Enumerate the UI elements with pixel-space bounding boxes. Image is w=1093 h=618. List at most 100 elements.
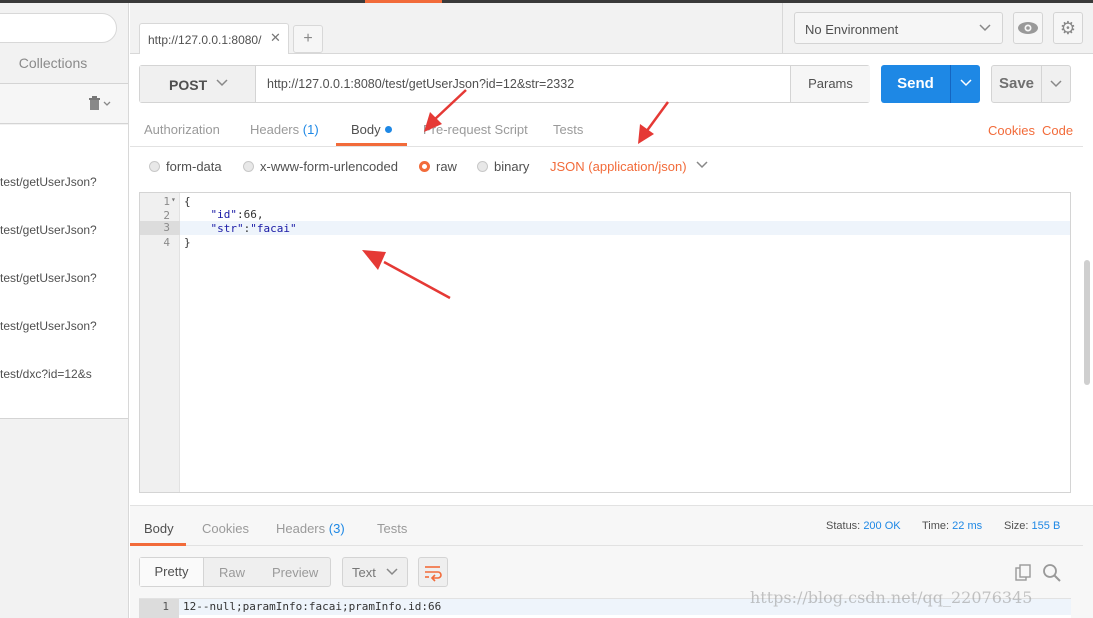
active-line-highlight — [180, 221, 1070, 235]
sidebar-collections-tab[interactable]: Collections — [0, 55, 106, 71]
body-modified-dot — [384, 126, 392, 133]
send-button[interactable]: Send — [881, 65, 950, 103]
tab-response-tests[interactable]: Tests — [377, 521, 407, 536]
send-dropdown-button[interactable] — [950, 65, 980, 103]
size-label: Size: — [1004, 520, 1029, 532]
environment-value: No Environment — [805, 22, 899, 37]
tab-response-headers[interactable]: Headers (3) — [276, 521, 345, 536]
radio-label: raw — [436, 159, 457, 174]
tab-request[interactable]: http://127.0.0.1:8080/ ✕ — [139, 23, 289, 54]
format-value: Text — [352, 565, 376, 580]
close-icon[interactable]: ✕ — [270, 30, 281, 46]
trash-icon[interactable] — [88, 95, 112, 115]
tab-authorization[interactable]: Authorization — [144, 122, 220, 137]
view-mode-group: Pretty Raw Preview — [139, 557, 331, 587]
tab-body-label: Body — [351, 122, 381, 137]
status-meta: Status: 200 OK — [826, 520, 901, 532]
method-value: POST — [169, 77, 208, 93]
line-number: 4 — [163, 236, 170, 249]
history-list: test/getUserJson? test/getUserJson? test… — [0, 125, 128, 419]
history-item[interactable]: test/getUserJson? — [0, 319, 97, 333]
eye-icon[interactable] — [1013, 12, 1043, 44]
content-type-value: JSON (application/json) — [550, 159, 687, 174]
active-response-tab-indicator — [130, 543, 186, 546]
fold-arrow-icon[interactable]: ▾ — [171, 195, 176, 204]
copy-icon[interactable] — [1014, 564, 1032, 585]
active-tab-indicator — [336, 143, 407, 146]
tab-response-body[interactable]: Body — [144, 521, 174, 536]
tab-tests[interactable]: Tests — [553, 122, 583, 137]
watermark: https://blog.csdn.net/qq_22076345 — [750, 588, 1033, 607]
radio-icon — [477, 161, 488, 172]
radio-label: x-www-form-urlencoded — [260, 159, 398, 174]
url-row: POST http://127.0.0.1:8080/test/getUserJ… — [139, 65, 870, 103]
radio-urlencoded[interactable]: x-www-form-urlencoded — [243, 159, 398, 174]
code-link[interactable]: Code — [1042, 123, 1073, 138]
history-item[interactable]: test/getUserJson? — [0, 175, 97, 189]
radio-raw[interactable]: raw — [419, 159, 457, 174]
line-number: 3 — [140, 221, 180, 235]
tab-response-headers-count: (3) — [328, 521, 345, 536]
save-dropdown-button[interactable] — [1041, 65, 1071, 103]
response-body-text: 12--null;paramInfo:facai;pramInfo.id:66 — [183, 600, 442, 613]
time-value: 22 ms — [952, 520, 983, 532]
size-value: 155 B — [1031, 520, 1061, 532]
method-select[interactable]: POST — [140, 66, 256, 102]
radio-icon — [149, 161, 160, 172]
environment-select[interactable]: No Environment — [794, 12, 1003, 44]
radio-binary[interactable]: binary — [477, 159, 529, 174]
radio-label: form-data — [166, 159, 222, 174]
annotation-arrow-icon — [638, 101, 670, 144]
tab-bar: http://127.0.0.1:8080/ ✕ + — [130, 3, 782, 54]
history-item[interactable]: test/getUserJson? — [0, 223, 97, 237]
status-value: 200 OK — [863, 520, 901, 532]
save-button[interactable]: Save — [991, 65, 1042, 103]
response-tabs: Body Cookies Headers (3) Tests Status: 2… — [130, 506, 1083, 546]
code-line: "id":66, — [184, 208, 264, 221]
add-tab-button[interactable]: + — [293, 25, 323, 53]
json-value: :66, — [237, 208, 264, 221]
body-editor[interactable]: 1 2 3 4 ▾ { "id":66, "str":"facai" } — [139, 192, 1071, 493]
tab-body[interactable]: Body — [351, 122, 392, 137]
tab-request-label: http://127.0.0.1:8080/ — [148, 33, 262, 47]
editor-gutter: 1 2 3 4 ▾ — [140, 193, 180, 492]
radio-selected-icon — [419, 161, 430, 172]
environment-area: No Environment ⚙ — [782, 3, 1093, 54]
wrap-lines-icon[interactable] — [418, 557, 448, 587]
chevron-down-icon — [385, 563, 399, 584]
json-key: "id" — [210, 208, 238, 221]
chevron-down-icon — [978, 19, 992, 38]
tab-response-headers-label: Headers — [276, 521, 326, 536]
time-label: Time: — [922, 520, 950, 532]
cookies-link[interactable]: Cookies — [988, 123, 1035, 138]
tab-headers[interactable]: Headers (1) — [250, 122, 319, 137]
time-meta: Time: 22 ms — [922, 520, 982, 532]
code-line: "str":"facai" — [184, 222, 297, 235]
radio-icon — [243, 161, 254, 172]
history-item[interactable]: test/getUserJson? — [0, 271, 97, 285]
request-panel: POST http://127.0.0.1:8080/test/getUserJ… — [130, 55, 1093, 618]
view-raw-button[interactable]: Raw — [219, 565, 245, 580]
chevron-down-icon — [215, 73, 229, 96]
line-number: 1 — [163, 195, 170, 208]
line-number: 1 — [139, 599, 179, 618]
radio-form-data[interactable]: form-data — [149, 159, 222, 174]
chevron-down-icon — [695, 159, 709, 174]
gear-icon[interactable]: ⚙ — [1053, 12, 1083, 44]
radio-label: binary — [494, 159, 530, 174]
editor-scrollbar[interactable] — [1084, 260, 1090, 385]
search-icon[interactable] — [1042, 563, 1062, 586]
content-type-select[interactable]: JSON (application/json) — [550, 159, 709, 174]
size-meta: Size: 155 B — [1004, 520, 1060, 532]
history-item[interactable]: test/dxc?id=12&s — [0, 367, 92, 381]
format-select[interactable]: Text — [342, 557, 408, 587]
view-preview-button[interactable]: Preview — [272, 565, 318, 580]
tab-response-cookies[interactable]: Cookies — [202, 521, 249, 536]
sidebar: Collections test/getUserJson? test/getUs… — [0, 3, 129, 618]
annotation-arrow-icon — [424, 89, 467, 132]
view-pretty-button[interactable]: Pretty — [140, 558, 204, 586]
sidebar-search-input[interactable] — [0, 13, 117, 43]
params-button[interactable]: Params — [790, 66, 870, 102]
tab-headers-count: (1) — [302, 122, 319, 137]
code-line: } — [184, 236, 191, 249]
